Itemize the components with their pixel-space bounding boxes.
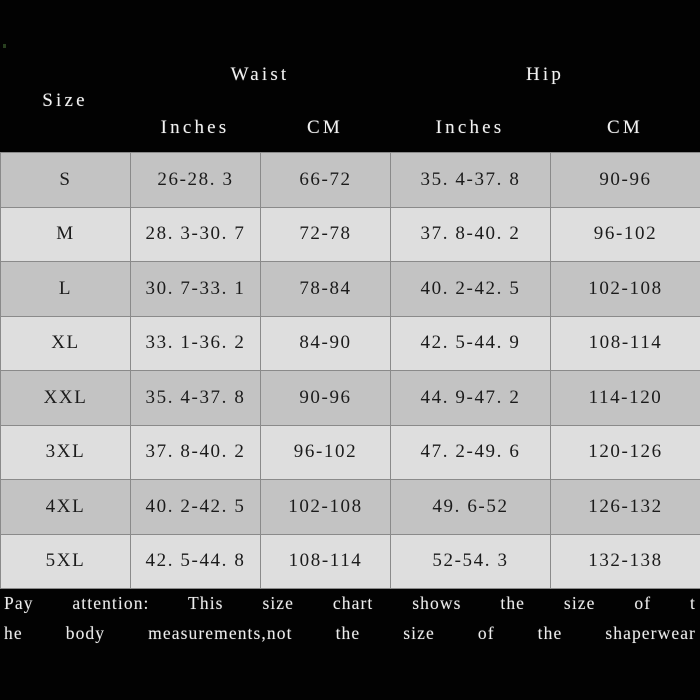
cell-hip-inches: 47. 2-49. 6 xyxy=(390,424,551,480)
table-row: 5XL 42. 5-44. 8 108-114 52-54. 3 132-138 xyxy=(0,533,700,589)
table-row: S 26-28. 3 66-72 35. 4-37. 8 90-96 xyxy=(0,152,700,208)
size-chart-body: S 26-28. 3 66-72 35. 4-37. 8 90-96 M 28. 3-30.… xyxy=(0,152,700,589)
cell-size: S xyxy=(0,152,131,208)
cell-hip-inches: 44. 9-47. 2 xyxy=(390,370,551,426)
cell-waist-cm: 84-90 xyxy=(260,315,391,371)
table-row: 4XL 40. 2-42. 5 102-108 49. 6-52 126-132 xyxy=(0,479,700,535)
cell-hip-cm: 108-114 xyxy=(550,315,700,371)
attention-note-line-1: Pay attention: This size chart shows the… xyxy=(4,593,696,613)
table-row: XL 33. 1-36. 2 84-90 42. 5-44. 9 108-114 xyxy=(0,315,700,371)
header-hip-cm: CM xyxy=(607,117,643,138)
cell-size: 4XL xyxy=(0,479,131,535)
cell-size: XXL xyxy=(0,370,131,426)
cell-hip-inches: 52-54. 3 xyxy=(390,533,551,589)
table-row: L 30. 7-33. 1 78-84 40. 2-42. 5 102-108 xyxy=(0,261,700,317)
header-hip-inches: Inches xyxy=(435,117,505,138)
cell-hip-inches: 35. 4-37. 8 xyxy=(390,152,551,208)
cell-hip-cm: 126-132 xyxy=(550,479,700,535)
header-group-waist: Waist xyxy=(230,64,290,85)
cell-size: XL xyxy=(0,315,131,371)
cell-hip-cm: 114-120 xyxy=(550,370,700,426)
table-header-band: Size Waist Hip Inches CM Inches CM xyxy=(0,0,700,152)
cell-waist-inches: 42. 5-44. 8 xyxy=(130,533,261,589)
cell-hip-inches: 37. 8-40. 2 xyxy=(390,206,551,262)
cell-size: 3XL xyxy=(0,424,131,480)
cell-waist-inches: 30. 7-33. 1 xyxy=(130,261,261,317)
cell-waist-inches: 28. 3-30. 7 xyxy=(130,206,261,262)
cell-hip-inches: 49. 6-52 xyxy=(390,479,551,535)
cell-hip-cm: 102-108 xyxy=(550,261,700,317)
cell-waist-inches: 35. 4-37. 8 xyxy=(130,370,261,426)
cell-waist-cm: 66-72 xyxy=(260,152,391,208)
cell-waist-cm: 90-96 xyxy=(260,370,391,426)
attention-note-line-2: he body measurements,not the size of the… xyxy=(4,623,696,643)
cell-waist-cm: 72-78 xyxy=(260,206,391,262)
cell-hip-cm: 120-126 xyxy=(550,424,700,480)
cell-size: L xyxy=(0,261,131,317)
cell-hip-cm: 132-138 xyxy=(550,533,700,589)
cell-hip-inches: 40. 2-42. 5 xyxy=(390,261,551,317)
size-chart-page: Size Waist Hip Inches CM Inches CM S 26-2… xyxy=(0,0,700,700)
cell-waist-inches: 40. 2-42. 5 xyxy=(130,479,261,535)
cell-size: 5XL xyxy=(0,533,131,589)
cell-size: M xyxy=(0,206,131,262)
cell-hip-cm: 96-102 xyxy=(550,206,700,262)
cell-waist-cm: 102-108 xyxy=(260,479,391,535)
header-size-label: Size xyxy=(42,90,88,111)
size-chart-table: S 26-28. 3 66-72 35. 4-37. 8 90-96 M 28. 3-30.… xyxy=(0,152,700,589)
cell-waist-cm: 78-84 xyxy=(260,261,391,317)
table-row: M 28. 3-30. 7 72-78 37. 8-40. 2 96-102 xyxy=(0,206,700,262)
cell-hip-inches: 42. 5-44. 9 xyxy=(390,315,551,371)
table-row: 3XL 37. 8-40. 2 96-102 47. 2-49. 6 120-126 xyxy=(0,424,700,480)
cell-waist-inches: 33. 1-36. 2 xyxy=(130,315,261,371)
header-group-hip: Hip xyxy=(525,64,565,85)
cell-hip-cm: 90-96 xyxy=(550,152,700,208)
cell-waist-inches: 37. 8-40. 2 xyxy=(130,424,261,480)
attention-note: Pay attention: This size chart shows the… xyxy=(0,588,700,648)
cell-waist-cm: 108-114 xyxy=(260,533,391,589)
header-waist-inches: Inches xyxy=(160,117,230,138)
cell-waist-inches: 26-28. 3 xyxy=(130,152,261,208)
table-row: XXL 35. 4-37. 8 90-96 44. 9-47. 2 114-120 xyxy=(0,370,700,426)
header-waist-cm: CM xyxy=(307,117,343,138)
cell-waist-cm: 96-102 xyxy=(260,424,391,480)
